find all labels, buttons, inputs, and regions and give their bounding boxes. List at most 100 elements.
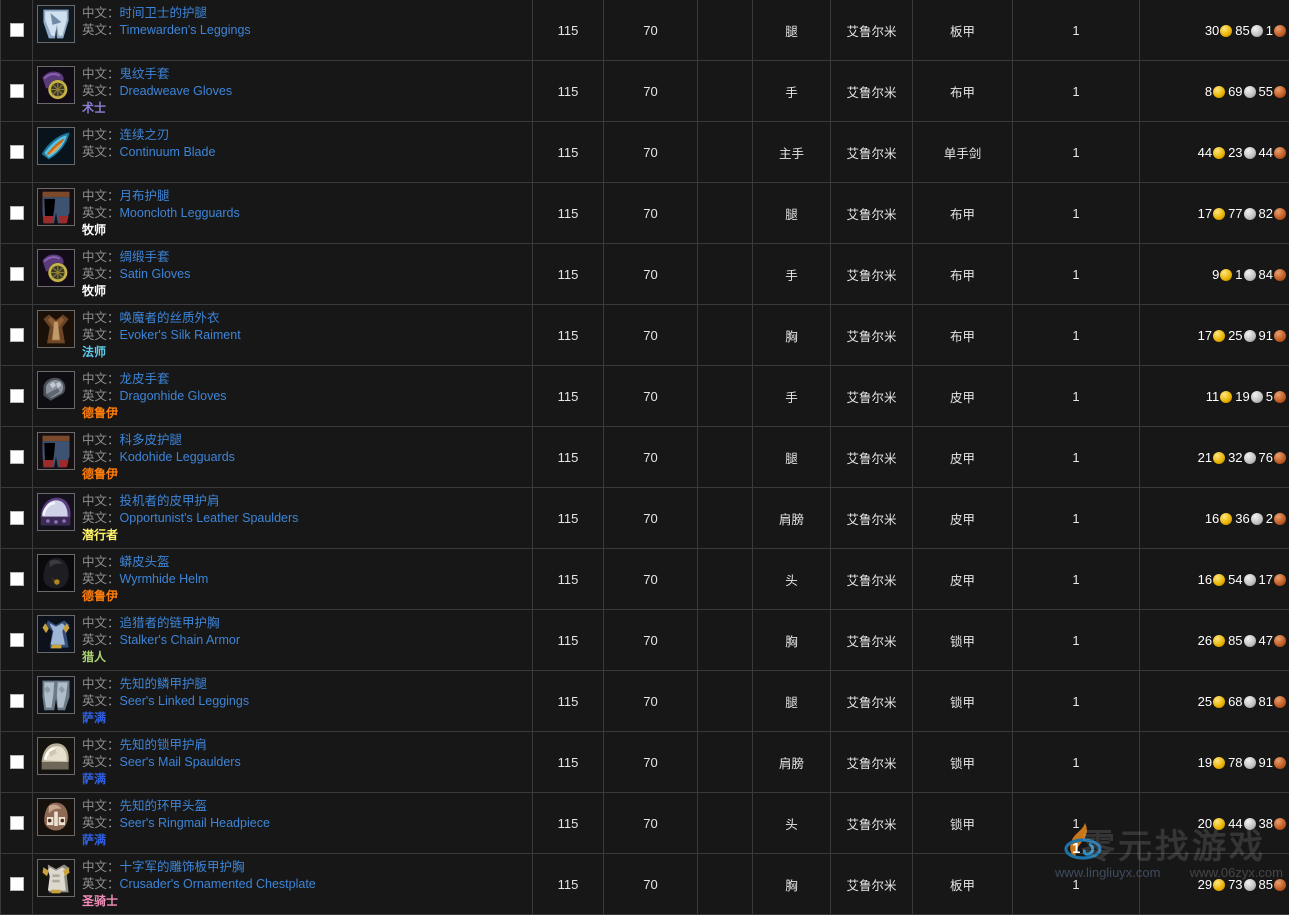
item-name-en[interactable]: Mooncloth Legguards [120, 206, 240, 220]
row-select-cell[interactable] [1, 183, 33, 244]
table-row[interactable]: 中文：绸缎手套英文：Satin Gloves牧师11570手艾鲁尔米布甲1918… [1, 244, 1289, 305]
row-select-cell[interactable] [1, 549, 33, 610]
row-select-cell[interactable] [1, 427, 33, 488]
item-name-cell[interactable]: 中文：追猎者的链甲护胸英文：Stalker's Chain Armor猎人 [33, 610, 533, 671]
item-name-en[interactable]: Dreadweave Gloves [120, 84, 233, 98]
table-row[interactable]: 中文：蟒皮头盔英文：Wyrmhide Helm德鲁伊11570头艾鲁尔米皮甲11… [1, 549, 1289, 610]
item-name-cell[interactable]: 中文：先知的锁甲护肩英文：Seer's Mail Spaulders萨满 [33, 732, 533, 793]
row-checkbox[interactable] [10, 267, 24, 281]
table-row[interactable]: 中文：先知的鳞甲护腿英文：Seer's Linked Leggings萨满115… [1, 671, 1289, 732]
item-name-cell[interactable]: 中文：科多皮护腿英文：Kodohide Legguards德鲁伊 [33, 427, 533, 488]
item-name-cn[interactable]: 龙皮手套 [120, 372, 170, 386]
row-select-cell[interactable] [1, 854, 33, 915]
row-select-cell[interactable] [1, 61, 33, 122]
item-icon-gloves-purple-gold[interactable] [37, 66, 75, 104]
item-icon-chest-blue-gold[interactable] [37, 615, 75, 653]
item-name-cn[interactable]: 连续之刃 [120, 128, 170, 142]
item-name-cell[interactable]: 中文：唤魔者的丝质外衣英文：Evoker's Silk Raiment法师 [33, 305, 533, 366]
item-name-cell[interactable]: 中文：十字军的雕饰板甲护胸英文：Crusader's Ornamented Ch… [33, 854, 533, 915]
item-name-cn[interactable]: 月布护腿 [120, 189, 170, 203]
item-icon-chest-plate-white[interactable] [37, 859, 75, 897]
item-icon-robe-brown[interactable] [37, 310, 75, 348]
row-select-cell[interactable] [1, 671, 33, 732]
item-icon-sword-orange-cyan[interactable] [37, 127, 75, 165]
item-name-cn[interactable]: 时间卫士的护腿 [120, 6, 208, 20]
table-row[interactable]: 中文：时间卫士的护腿英文：Timewarden's Leggings11570腿… [1, 0, 1289, 61]
item-name-en[interactable]: Crusader's Ornamented Chestplate [120, 877, 316, 891]
item-name-cell[interactable]: 中文：连续之刃英文：Continuum Blade [33, 122, 533, 183]
item-icon-shoulder-bone[interactable] [37, 737, 75, 775]
item-name-en[interactable]: Opportunist's Leather Spaulders [120, 511, 299, 525]
item-icon-pants-blue-red[interactable] [37, 432, 75, 470]
item-name-cn[interactable]: 鬼纹手套 [120, 67, 170, 81]
item-name-cn[interactable]: 科多皮护腿 [120, 433, 183, 447]
table-row[interactable]: 中文：先知的环甲头盔英文：Seer's Ringmail Headpiece萨满… [1, 793, 1289, 854]
item-name-cn[interactable]: 绸缎手套 [120, 250, 170, 264]
table-row[interactable]: 中文：投机者的皮甲护肩英文：Opportunist's Leather Spau… [1, 488, 1289, 549]
item-name-cn[interactable]: 十字军的雕饰板甲护胸 [120, 860, 245, 874]
table-row[interactable]: 中文：追猎者的链甲护胸英文：Stalker's Chain Armor猎人115… [1, 610, 1289, 671]
item-name-cell[interactable]: 中文：时间卫士的护腿英文：Timewarden's Leggings [33, 0, 533, 61]
row-checkbox[interactable] [10, 572, 24, 586]
row-checkbox[interactable] [10, 84, 24, 98]
item-name-cell[interactable]: 中文：蟒皮头盔英文：Wyrmhide Helm德鲁伊 [33, 549, 533, 610]
item-name-en[interactable]: Seer's Mail Spaulders [120, 755, 241, 769]
item-icon-gloves-steel[interactable] [37, 371, 75, 409]
row-select-cell[interactable] [1, 488, 33, 549]
item-name-en[interactable]: Timewarden's Leggings [120, 23, 251, 37]
table-row[interactable]: 中文：十字军的雕饰板甲护胸英文：Crusader's Ornamented Ch… [1, 854, 1289, 915]
table-row[interactable]: 中文：月布护腿英文：Mooncloth Legguards牧师11570腿艾鲁尔… [1, 183, 1289, 244]
item-icon-legs-blue-plate[interactable] [37, 5, 75, 43]
item-name-en[interactable]: Continuum Blade [120, 145, 216, 159]
item-name-en[interactable]: Satin Gloves [120, 267, 191, 281]
row-select-cell[interactable] [1, 122, 33, 183]
item-name-en[interactable]: Wyrmhide Helm [120, 572, 209, 586]
item-name-cn[interactable]: 蟒皮头盔 [120, 555, 170, 569]
item-icon-pants-silver[interactable] [37, 676, 75, 714]
table-row[interactable]: 中文：鬼纹手套英文：Dreadweave Gloves术士11570手艾鲁尔米布… [1, 61, 1289, 122]
item-name-cell[interactable]: 中文：投机者的皮甲护肩英文：Opportunist's Leather Spau… [33, 488, 533, 549]
item-name-cell[interactable]: 中文：月布护腿英文：Mooncloth Legguards牧师 [33, 183, 533, 244]
item-name-en[interactable]: Evoker's Silk Raiment [120, 328, 241, 342]
row-select-cell[interactable] [1, 610, 33, 671]
row-select-cell[interactable] [1, 366, 33, 427]
item-name-cn[interactable]: 追猎者的链甲护胸 [120, 616, 220, 630]
table-row[interactable]: 中文：龙皮手套英文：Dragonhide Gloves德鲁伊11570手艾鲁尔米… [1, 366, 1289, 427]
item-name-cell[interactable]: 中文：龙皮手套英文：Dragonhide Gloves德鲁伊 [33, 366, 533, 427]
item-name-cell[interactable]: 中文：先知的环甲头盔英文：Seer's Ringmail Headpiece萨满 [33, 793, 533, 854]
row-checkbox[interactable] [10, 755, 24, 769]
row-select-cell[interactable] [1, 732, 33, 793]
row-checkbox[interactable] [10, 328, 24, 342]
item-name-cell[interactable]: 中文：绸缎手套英文：Satin Gloves牧师 [33, 244, 533, 305]
item-name-en[interactable]: Stalker's Chain Armor [120, 633, 240, 647]
item-name-cell[interactable]: 中文：鬼纹手套英文：Dreadweave Gloves术士 [33, 61, 533, 122]
item-name-en[interactable]: Seer's Ringmail Headpiece [120, 816, 270, 830]
item-name-cn[interactable]: 先知的锁甲护肩 [120, 738, 208, 752]
item-icon-shoulder-purple[interactable] [37, 493, 75, 531]
item-name-cn[interactable]: 先知的环甲头盔 [120, 799, 208, 813]
item-name-cell[interactable]: 中文：先知的鳞甲护腿英文：Seer's Linked Leggings萨满 [33, 671, 533, 732]
item-icon-helm-dark-hood[interactable] [37, 554, 75, 592]
item-name-en[interactable]: Seer's Linked Leggings [120, 694, 250, 708]
table-row[interactable]: 中文：科多皮护腿英文：Kodohide Legguards德鲁伊11570腿艾鲁… [1, 427, 1289, 488]
row-checkbox[interactable] [10, 877, 24, 891]
row-checkbox[interactable] [10, 633, 24, 647]
row-checkbox[interactable] [10, 511, 24, 525]
table-row[interactable]: 中文：唤魔者的丝质外衣英文：Evoker's Silk Raiment法师115… [1, 305, 1289, 366]
row-select-cell[interactable] [1, 244, 33, 305]
item-icon-gloves-purple-gold[interactable] [37, 249, 75, 287]
row-select-cell[interactable] [1, 305, 33, 366]
row-checkbox[interactable] [10, 23, 24, 37]
table-row[interactable]: 中文：连续之刃英文：Continuum Blade11570主手艾鲁尔米单手剑1… [1, 122, 1289, 183]
item-name-cn[interactable]: 投机者的皮甲护肩 [120, 494, 220, 508]
row-checkbox[interactable] [10, 450, 24, 464]
item-name-en[interactable]: Dragonhide Gloves [120, 389, 227, 403]
row-checkbox[interactable] [10, 694, 24, 708]
row-checkbox[interactable] [10, 816, 24, 830]
item-name-cn[interactable]: 先知的鳞甲护腿 [120, 677, 208, 691]
table-row[interactable]: 中文：先知的锁甲护肩英文：Seer's Mail Spaulders萨满1157… [1, 732, 1289, 793]
row-checkbox[interactable] [10, 389, 24, 403]
item-icon-pants-blue-red[interactable] [37, 188, 75, 226]
row-checkbox[interactable] [10, 145, 24, 159]
item-name-en[interactable]: Kodohide Legguards [120, 450, 235, 464]
